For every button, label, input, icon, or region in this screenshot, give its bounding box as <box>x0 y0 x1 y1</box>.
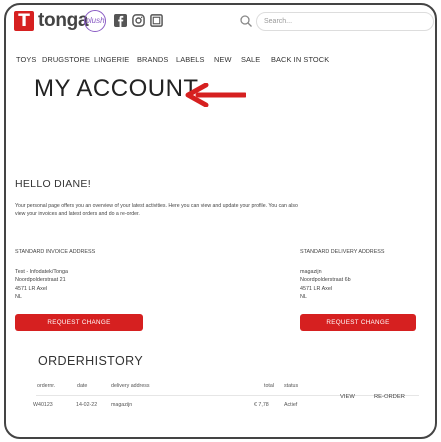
column-header-ordernr: ordernr. <box>37 383 56 389</box>
main-nav: TOYS DRUGSTORE LINGERIE BRANDS LABELS NE… <box>6 55 435 69</box>
order-number[interactable]: W40123 <box>33 402 53 408</box>
reorder-link[interactable]: RE-ORDER <box>374 394 405 400</box>
nav-item-back-in-stock[interactable]: BACK IN STOCK <box>271 55 329 64</box>
order-status: Actief <box>284 402 298 408</box>
address-line: 4571 LR Axel <box>15 285 48 292</box>
address-line: magazijn <box>300 269 322 275</box>
column-header-delivery-address: delivery address <box>111 383 150 389</box>
nav-item-new[interactable]: NEW <box>214 55 232 64</box>
logo-mark[interactable]: T <box>14 11 34 31</box>
intro-text: Your personal page offers you an overvie… <box>15 203 298 217</box>
address-line: NL <box>300 294 307 301</box>
address-line: NL <box>15 294 22 301</box>
browser-frame: T tonga plush Search... TOYS DRUGSTORE L… <box>4 3 437 439</box>
greeting: HELLO DIANE! <box>15 178 91 190</box>
column-header-date: date <box>77 383 88 389</box>
view-order-link[interactable]: VIEW <box>340 394 355 400</box>
address-line: Test - Infodatek/Tonga <box>15 269 69 275</box>
delivery-address-heading: STANDARD DELIVERY ADDRESS <box>300 249 385 255</box>
order-address: magazijn <box>111 402 133 408</box>
delivery-address: magazijn Noordpolderstraat 6b 4571 LR Ax… <box>300 268 351 302</box>
column-header-status: status <box>284 383 299 389</box>
nav-item-drugstore[interactable]: DRUGSTORE <box>42 55 90 64</box>
logo-wordmark[interactable]: tonga <box>38 10 89 32</box>
nav-item-brands[interactable]: BRANDS <box>137 55 168 64</box>
nav-item-toys[interactable]: TOYS <box>16 55 36 64</box>
search-input[interactable]: Search... <box>256 12 434 31</box>
facebook-icon[interactable] <box>114 14 127 27</box>
order-total: € 7,78 <box>254 402 269 408</box>
invoice-address-heading: STANDARD INVOICE ADDRESS <box>15 249 96 255</box>
nav-item-lingerie[interactable]: LINGERIE <box>94 55 129 64</box>
divider <box>36 395 419 396</box>
request-change-delivery-button[interactable]: REQUEST CHANGE <box>300 314 416 331</box>
address-line: 4571 LR Axel <box>300 285 333 292</box>
search-icon[interactable] <box>239 14 253 28</box>
site-header: T tonga plush Search... <box>6 5 435 37</box>
orderhistory-title: ORDERHISTORY <box>38 354 144 368</box>
nav-item-labels[interactable]: LABELS <box>176 55 205 64</box>
address-line: Noordpolderstraat 6b <box>300 277 351 284</box>
invoice-address: Test - Infodatek/Tonga Noordpolderstraat… <box>15 268 68 302</box>
column-header-total: total <box>264 383 275 389</box>
nav-item-sale[interactable]: SALE <box>241 55 260 64</box>
other-social-icon[interactable] <box>150 14 163 27</box>
page-title: MY ACCOUNT <box>34 75 199 102</box>
address-line: Noordpolderstraat 21 <box>15 277 66 284</box>
instagram-icon[interactable] <box>132 14 145 27</box>
plush-logo[interactable]: plush <box>84 10 106 32</box>
order-date: 14-02-22 <box>76 402 98 408</box>
arrow-left-icon <box>185 83 246 107</box>
request-change-invoice-button[interactable]: REQUEST CHANGE <box>15 314 143 331</box>
